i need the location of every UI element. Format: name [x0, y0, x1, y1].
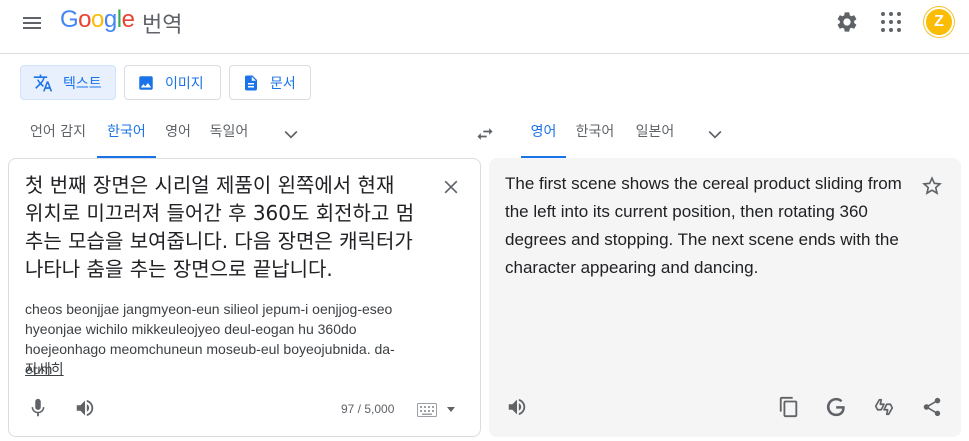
main-menu-icon[interactable]: [20, 11, 44, 35]
save-translation-star-icon[interactable]: [921, 175, 943, 197]
source-lang-more-chevron-down-icon[interactable]: [281, 124, 301, 144]
target-lang-korean-tab[interactable]: 한국어: [570, 118, 620, 158]
image-icon: [139, 75, 153, 90]
translation-panel: The first scene shows the cereal product…: [489, 158, 961, 437]
clear-source-close-icon[interactable]: [441, 177, 461, 197]
translation-listen-speaker-icon[interactable]: [506, 396, 528, 418]
text-mode-label: 텍스트: [63, 75, 102, 92]
microphone-icon[interactable]: [27, 396, 49, 420]
copy-translation-icon[interactable]: [778, 396, 800, 418]
target-lang-japanese-tab[interactable]: 일본어: [630, 118, 680, 158]
image-mode-label: 이미지: [165, 75, 204, 92]
character-count: 97 / 5,000: [341, 402, 395, 416]
document-icon: [245, 75, 257, 90]
settings-gear-icon[interactable]: [835, 10, 859, 34]
source-panel: 첫 번째 장면은 시리얼 제품이 왼쪽에서 현재 위치로 미끄러져 들어간 후 …: [8, 158, 481, 437]
swap-languages-icon[interactable]: [474, 124, 496, 144]
rate-translation-feedback-icon[interactable]: [873, 396, 895, 418]
show-more-link[interactable]: 자세히: [25, 359, 64, 379]
document-mode-label: 문서: [270, 75, 296, 92]
source-listen-speaker-icon[interactable]: [74, 397, 96, 419]
app-header: Google 번역 Z: [0, 0, 969, 54]
source-lang-korean-tab[interactable]: 한국어: [97, 118, 156, 158]
source-lang-detect-tab[interactable]: 언어 감지: [24, 118, 92, 158]
keyboard-icon[interactable]: [417, 403, 437, 417]
target-lang-more-chevron-down-icon[interactable]: [705, 124, 725, 144]
google-logo[interactable]: Google: [60, 6, 135, 34]
input-tools-dropdown-caret-icon[interactable]: [446, 406, 456, 414]
source-lang-english-tab[interactable]: 영어: [160, 118, 196, 158]
image-mode-button[interactable]: 이미지: [124, 65, 221, 100]
text-mode-button[interactable]: 텍스트: [20, 65, 116, 100]
translation-output-text: The first scene shows the cereal product…: [505, 174, 902, 277]
share-icon[interactable]: [921, 396, 943, 418]
romanization-text: cheos beonjjae jangmyeon-eun silieol jep…: [25, 301, 395, 377]
product-title: 번역: [142, 13, 183, 38]
apps-grid-icon[interactable]: [881, 12, 901, 32]
source-text-input[interactable]: 첫 번째 장면은 시리얼 제품이 왼쪽에서 현재 위치로 미끄러져 들어간 후 …: [25, 171, 415, 283]
target-lang-english-tab[interactable]: 영어: [521, 118, 566, 158]
translate-icon: [33, 74, 53, 91]
source-lang-german-tab[interactable]: 독일어: [204, 118, 254, 158]
google-g-icon[interactable]: [825, 396, 847, 418]
document-mode-button[interactable]: 문서: [229, 65, 311, 100]
account-avatar[interactable]: Z: [924, 7, 954, 37]
